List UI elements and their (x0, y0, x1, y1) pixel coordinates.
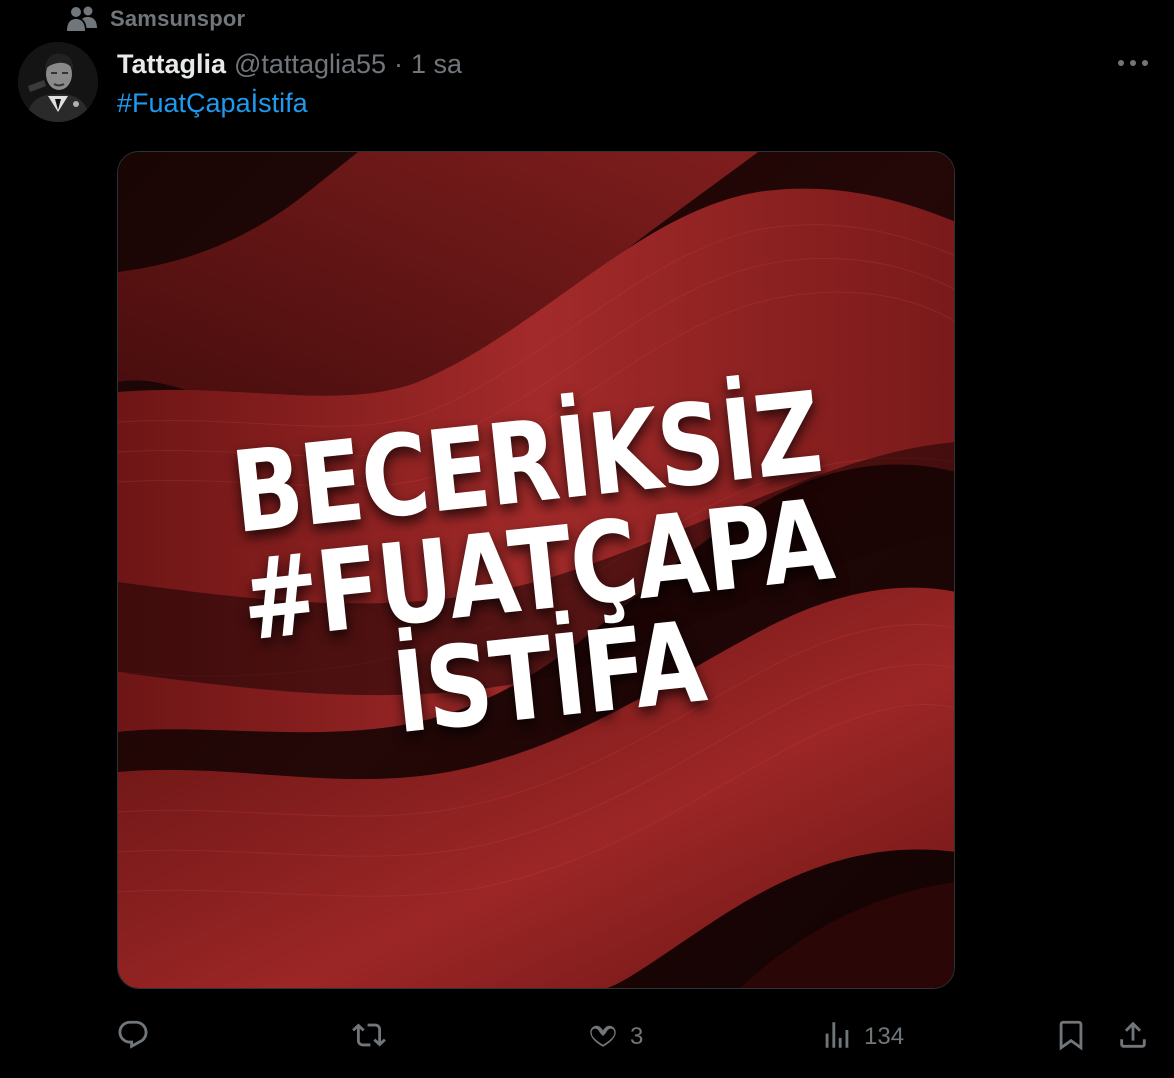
avatar[interactable] (18, 42, 98, 122)
tweet-actions: 3 134 (0, 1012, 1174, 1062)
tweet-header: Tattaglia @tattaglia55 · 1 sa (117, 44, 462, 84)
separator-dot: · (394, 48, 404, 79)
retweet-icon (352, 1018, 386, 1057)
display-name[interactable]: Tattaglia (117, 49, 226, 80)
bookmark-button[interactable] (1054, 1012, 1088, 1062)
share-button[interactable] (1116, 1012, 1150, 1062)
views-button[interactable]: 134 (820, 1012, 904, 1062)
hashtag-link[interactable]: #FuatÇapaİstifa (117, 88, 308, 119)
community-icon (66, 5, 98, 33)
community-label[interactable]: Samsunspor (110, 6, 245, 32)
reply-button[interactable] (116, 1012, 160, 1062)
more-options-button[interactable] (1112, 48, 1154, 78)
tweet-card[interactable]: Samsunspor Tattaglia @tattaglia55 · 1 sa (0, 0, 1174, 1078)
user-handle[interactable]: @tattaglia55 (234, 49, 386, 80)
community-context[interactable]: Samsunspor (66, 4, 245, 34)
reply-icon (116, 1018, 150, 1057)
like-count: 3 (630, 1023, 644, 1050)
views-icon (820, 1018, 854, 1057)
like-button[interactable]: 3 (586, 1012, 643, 1062)
media-background (118, 152, 954, 988)
more-dots-icon (1117, 54, 1149, 72)
views-count: 134 (864, 1023, 905, 1050)
share-icon (1116, 1018, 1150, 1057)
tweet-timestamp[interactable]: 1 sa (411, 49, 462, 80)
retweet-button[interactable] (352, 1012, 396, 1062)
tweet-media-image[interactable]: BECERİKSİZ #FUATÇAPA İSTİFA (117, 151, 955, 989)
heart-icon (586, 1018, 620, 1057)
bookmark-icon (1054, 1018, 1088, 1057)
